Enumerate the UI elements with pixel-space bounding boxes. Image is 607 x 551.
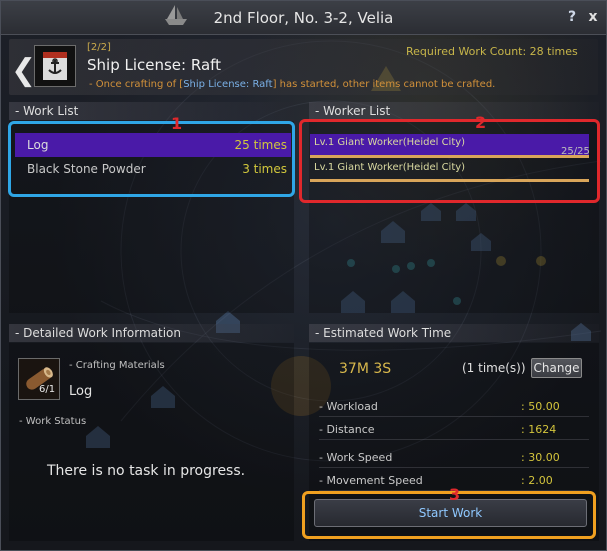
- work-status-text: There is no task in progress.: [47, 463, 246, 479]
- worker-list-title: - Worker List: [309, 102, 599, 120]
- crafting-warning: - Once crafting of [Ship License: Raft] …: [89, 79, 496, 90]
- highlight-label-1: 1: [171, 114, 183, 133]
- crafting-materials-label: - Crafting Materials: [69, 360, 165, 371]
- window-title: 2nd Floor, No. 3-2, Velia: [213, 9, 394, 27]
- stat-work-speed: - Work Speed : 30.00: [319, 448, 589, 468]
- help-button[interactable]: ?: [563, 8, 581, 26]
- detail-title: - Detailed Work Information: [9, 324, 294, 342]
- item-count: [2/2]: [87, 42, 111, 53]
- stat-label: - Distance: [319, 423, 375, 436]
- stat-label: - Movement Speed: [319, 474, 423, 487]
- item-name: Ship License: Raft: [87, 56, 222, 74]
- work-status-label: - Work Status: [19, 416, 87, 427]
- stat-distance: - Distance : 1624: [319, 420, 589, 440]
- back-arrow-icon[interactable]: ❮: [11, 53, 36, 89]
- worker-window: 2nd Floor, No. 3-2, Velia ? x ❮ [2/2] Sh…: [0, 0, 607, 551]
- title-bar[interactable]: 2nd Floor, No. 3-2, Velia ? x: [1, 1, 606, 35]
- stat-value: : 1624: [521, 423, 557, 436]
- work-repeat-count: (1 time(s)): [462, 361, 526, 375]
- stat-label: - Work Speed: [319, 451, 393, 464]
- estimate-title: - Estimated Work Time: [309, 324, 599, 342]
- highlight-label-2: 2: [475, 113, 487, 132]
- stat-value: : 30.00: [521, 451, 560, 464]
- stat-workload: - Workload : 50.00: [319, 397, 589, 417]
- work-list-title: - Work List: [9, 102, 294, 120]
- material-quantity: 6/1: [39, 384, 56, 395]
- highlight-label-3: 3: [449, 485, 461, 504]
- material-name: Log: [69, 384, 93, 399]
- required-work-count: Required Work Count: 28 times: [406, 45, 578, 58]
- highlight-box-1: [8, 121, 295, 197]
- ship-license-icon: [34, 45, 76, 87]
- highlight-box-2: [299, 119, 600, 203]
- stat-label: - Workload: [319, 400, 378, 413]
- stat-value: : 2.00: [521, 474, 553, 487]
- close-button[interactable]: x: [584, 8, 602, 26]
- change-button[interactable]: Change: [531, 358, 582, 378]
- estimated-time: 37M 3S: [339, 361, 392, 377]
- stat-value: : 50.00: [521, 400, 560, 413]
